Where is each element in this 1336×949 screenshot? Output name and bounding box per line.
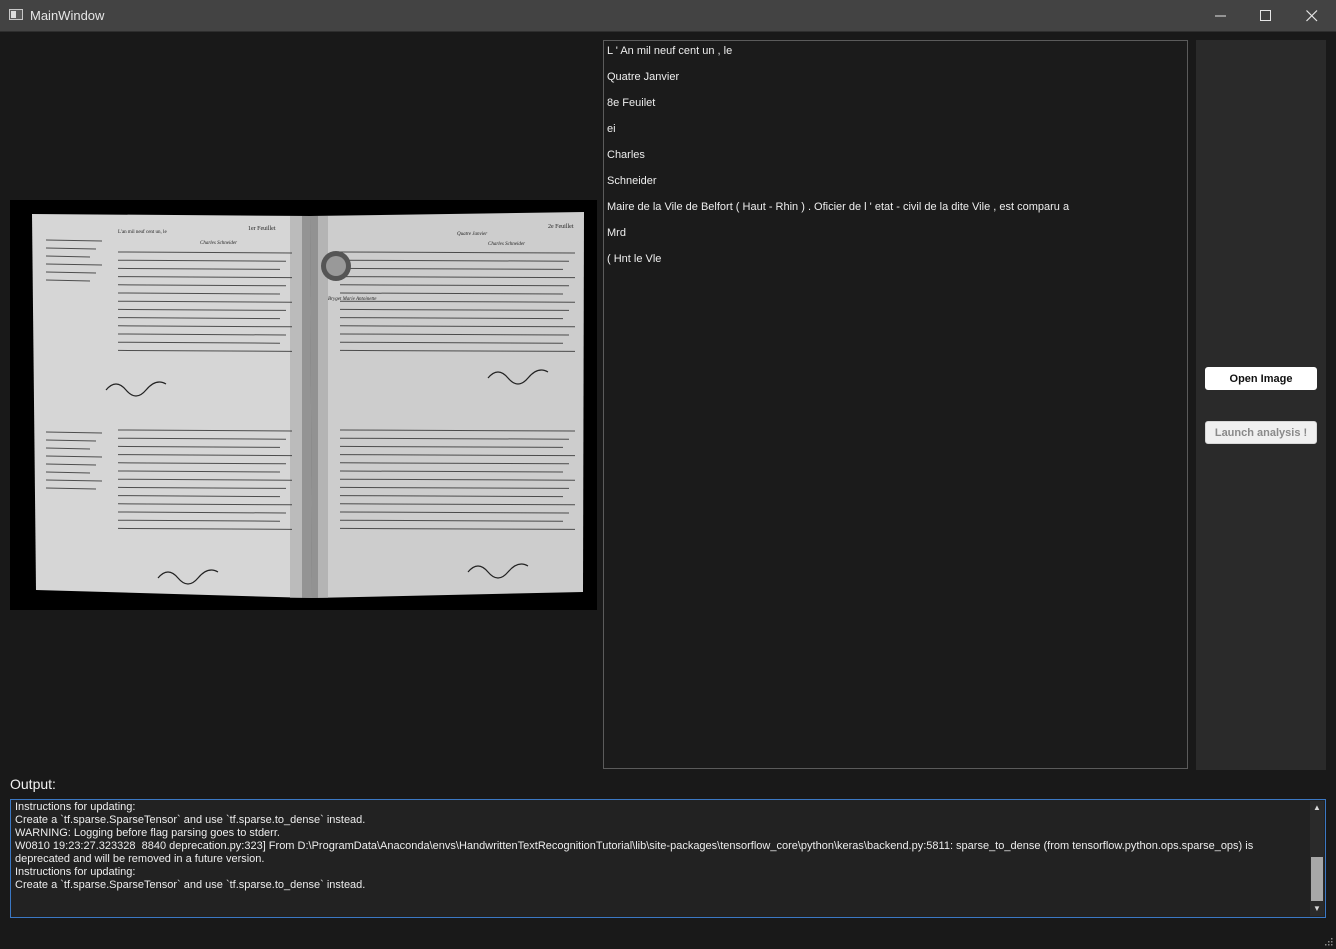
recognized-line: Maire de la Vile de Belfort ( Haut - Rhi… — [607, 201, 1070, 213]
maximize-button[interactable] — [1243, 0, 1289, 31]
minimize-button[interactable] — [1198, 0, 1244, 31]
open-image-button[interactable]: Open Image — [1205, 367, 1317, 390]
scrollbar-thumb[interactable] — [1311, 857, 1323, 901]
scroll-down-arrow-icon[interactable]: ▼ — [1310, 902, 1324, 916]
recognized-line: 8e Feuilet — [607, 97, 656, 109]
scan-right-margin-name: Bryget Marie Antoinette — [328, 297, 377, 302]
launch-analysis-button[interactable]: Launch analysis ! — [1205, 421, 1317, 444]
recognized-line: Quatre Janvier — [607, 71, 680, 83]
title-bar: MainWindow — [0, 0, 1336, 32]
recognized-line: Schneider — [607, 175, 657, 187]
resize-grip-icon[interactable] — [1324, 937, 1333, 946]
actions-panel: Open Image Launch analysis ! — [1196, 40, 1326, 770]
scroll-up-arrow-icon[interactable]: ▲ — [1310, 801, 1324, 815]
maximize-icon — [1260, 10, 1271, 21]
window-title: MainWindow — [30, 8, 105, 23]
window-app-icon — [9, 9, 23, 20]
recognized-line: ei — [607, 123, 616, 135]
scanned-register-image: 1er Feuillet 2e Feuillet L'an mil neuf c… — [32, 212, 584, 598]
recognized-line: L ' An mil neuf cent un , le — [607, 45, 733, 57]
close-icon — [1306, 10, 1318, 22]
scan-right-header-2: Charles Schneider — [488, 242, 525, 247]
output-scrollbar[interactable]: ▲ ▼ — [1310, 801, 1324, 916]
scan-right-page-label: 2e Feuillet — [548, 224, 574, 230]
output-log[interactable]: Instructions for updating: Create a `tf.… — [10, 799, 1326, 918]
scan-left-header-1: L'an mil neuf cent un, le — [118, 230, 167, 235]
scan-left-header-2: Charles Schneider — [200, 241, 237, 246]
recognized-text-panel[interactable]: L ' An mil neuf cent un , le Quatre Janvi… — [603, 40, 1188, 769]
minimize-icon — [1215, 15, 1226, 17]
recognized-line: Mrd — [607, 227, 626, 239]
output-log-text: Instructions for updating: Create a `tf.… — [15, 801, 1254, 891]
scan-left-page-label: 1er Feuillet — [248, 226, 276, 232]
output-label: Output: — [10, 776, 56, 792]
recognized-line: Charles — [607, 149, 645, 161]
document-image-view[interactable]: 1er Feuillet 2e Feuillet L'an mil neuf c… — [10, 200, 597, 610]
recognized-line: ( Hnt le Vle — [607, 253, 662, 265]
scan-right-header-1: Quatre Janvier — [457, 232, 487, 237]
close-button[interactable] — [1289, 0, 1335, 31]
recognized-lines: L ' An mil neuf cent un , le Quatre Janvi… — [604, 43, 1187, 277]
